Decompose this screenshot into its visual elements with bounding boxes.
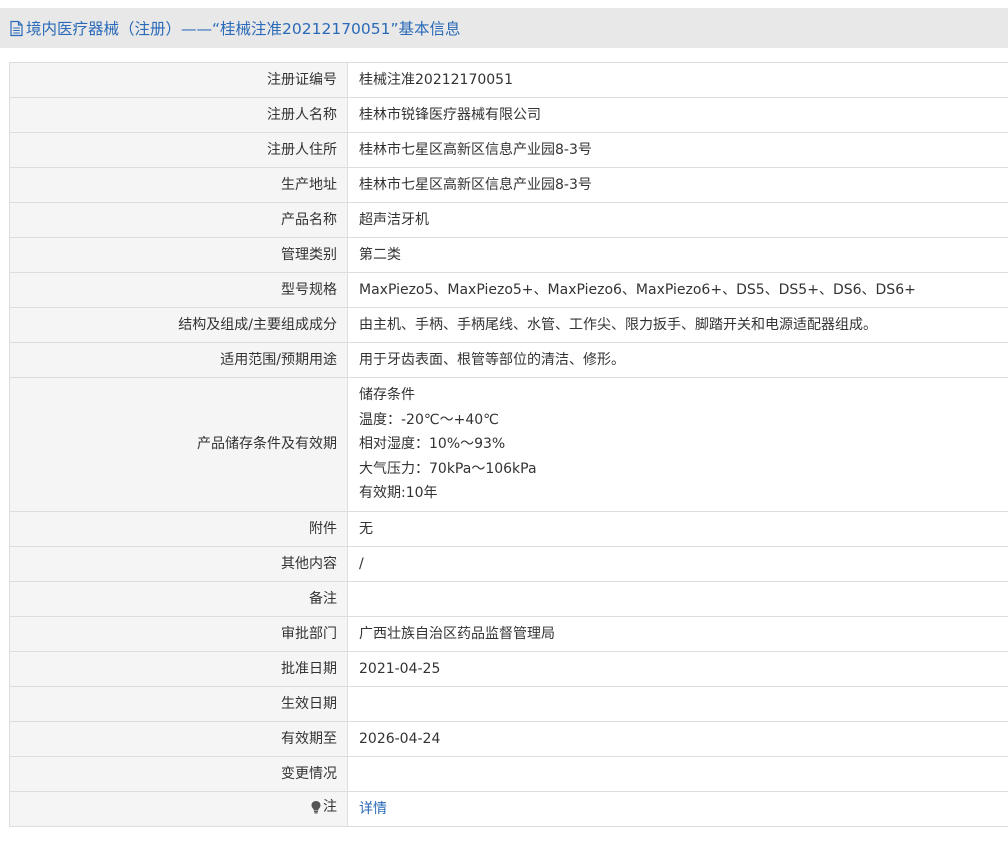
row-value: MaxPiezo5、MaxPiezo5+、MaxPiezo6、MaxPiezo6… xyxy=(347,272,1008,308)
row-label: 适用范围/预期用途 xyxy=(9,342,348,378)
storage-lines: 储存条件 温度：-20℃～+40℃ 相对湿度：10%～93% 大气压力：70kP… xyxy=(359,379,1008,510)
row-value: 2026-04-24 xyxy=(347,721,1008,757)
page-title: 境内医疗器械（注册）——“桂械注准20212170051”基本信息 xyxy=(9,17,461,39)
row-value: 第二类 xyxy=(347,237,1008,273)
row-value: 由主机、手柄、手柄尾线、水管、工作尖、限力扳手、脚踏开关和电源适配器组成。 xyxy=(347,307,1008,343)
table-row: 生效日期 xyxy=(9,686,1008,722)
row-label: 变更情况 xyxy=(9,756,348,792)
storage-line: 有效期:10年 xyxy=(359,485,438,502)
row-value: 桂林市锐锋医疗器械有限公司 xyxy=(347,97,1008,133)
storage-line: 储存条件 xyxy=(359,387,415,404)
row-label: 有效期至 xyxy=(9,721,348,757)
row-label: 附件 xyxy=(9,511,348,547)
row-value: 桂械注准20212170051 xyxy=(347,62,1008,98)
row-value: 桂林市七星区高新区信息产业园8-3号 xyxy=(347,167,1008,203)
table-row: 型号规格 MaxPiezo5、MaxPiezo5+、MaxPiezo6、MaxP… xyxy=(9,272,1008,308)
table-row: 注册证编号 桂械注准20212170051 xyxy=(9,62,1008,98)
table-row: 注册人名称 桂林市锐锋医疗器械有限公司 xyxy=(9,97,1008,133)
table-row: 变更情况 xyxy=(9,756,1008,792)
storage-value: 储存条件 温度：-20℃～+40℃ 相对湿度：10%～93% 大气压力：70kP… xyxy=(347,377,1008,512)
row-label: 管理类别 xyxy=(9,237,348,273)
row-label: 审批部门 xyxy=(9,616,348,652)
row-label: 生产地址 xyxy=(9,167,348,203)
table-row: 产品名称 超声洁牙机 xyxy=(9,202,1008,238)
row-value: 用于牙齿表面、根管等部位的清洁、修形。 xyxy=(347,342,1008,378)
note-label-text: 注 xyxy=(323,799,337,816)
page: 境内医疗器械（注册）——“桂械注准20212170051”基本信息 注册证编号 … xyxy=(0,0,1008,846)
row-value xyxy=(347,581,1008,617)
row-label: 其他内容 xyxy=(9,546,348,582)
row-label: 型号规格 xyxy=(9,272,348,308)
row-value xyxy=(347,686,1008,722)
storage-line: 温度：-20℃～+40℃ xyxy=(359,411,499,428)
table-row: 附件 无 xyxy=(9,511,1008,547)
row-label: 注册证编号 xyxy=(9,62,348,98)
row-value: 2021-04-25 xyxy=(347,651,1008,687)
table-row-note: 注 详情 xyxy=(9,791,1008,827)
table-row: 管理类别 第二类 xyxy=(9,237,1008,273)
row-label: 备注 xyxy=(9,581,348,617)
storage-line: 大气压力：70kPa～106kPa xyxy=(359,460,537,477)
row-label: 产品储存条件及有效期 xyxy=(9,377,348,512)
page-title-text: 境内医疗器械（注册）——“桂械注准20212170051”基本信息 xyxy=(26,20,461,38)
table-row: 生产地址 桂林市七星区高新区信息产业园8-3号 xyxy=(9,167,1008,203)
table-row: 注册人住所 桂林市七星区高新区信息产业园8-3号 xyxy=(9,132,1008,168)
table-row: 审批部门 广西壮族自治区药品监督管理局 xyxy=(9,616,1008,652)
row-label: 注册人名称 xyxy=(9,97,348,133)
table-row: 批准日期 2021-04-25 xyxy=(9,651,1008,687)
table-row: 结构及组成/主要组成成分 由主机、手柄、手柄尾线、水管、工作尖、限力扳手、脚踏开… xyxy=(9,307,1008,343)
details-link[interactable]: 详情 xyxy=(359,801,387,817)
row-label: 结构及组成/主要组成成分 xyxy=(9,307,348,343)
row-value: / xyxy=(347,546,1008,582)
row-value: 无 xyxy=(347,511,1008,547)
info-table: 注册证编号 桂械注准20212170051 注册人名称 桂林市锐锋医疗器械有限公… xyxy=(9,62,1008,827)
document-icon xyxy=(10,20,23,36)
lightbulb-icon xyxy=(311,801,321,814)
storage-line: 相对湿度：10%～93% xyxy=(359,436,506,453)
table-row: 其他内容 / xyxy=(9,546,1008,582)
title-bar: 境内医疗器械（注册）——“桂械注准20212170051”基本信息 xyxy=(0,8,1008,48)
row-value xyxy=(347,756,1008,792)
row-label: 产品名称 xyxy=(9,202,348,238)
row-label: 注册人住所 xyxy=(9,132,348,168)
row-label: 生效日期 xyxy=(9,686,348,722)
row-value: 桂林市七星区高新区信息产业园8-3号 xyxy=(347,132,1008,168)
row-value: 广西壮族自治区药品监督管理局 xyxy=(347,616,1008,652)
row-label: 批准日期 xyxy=(9,651,348,687)
note-label: 注 xyxy=(310,795,337,820)
table-row: 适用范围/预期用途 用于牙齿表面、根管等部位的清洁、修形。 xyxy=(9,342,1008,378)
row-value: 超声洁牙机 xyxy=(347,202,1008,238)
top-strip xyxy=(0,0,1008,8)
table-row: 备注 xyxy=(9,581,1008,617)
note-value-cell: 详情 xyxy=(347,791,1008,827)
table-row-storage: 产品储存条件及有效期 储存条件 温度：-20℃～+40℃ 相对湿度：10%～93… xyxy=(9,377,1008,512)
table-row: 有效期至 2026-04-24 xyxy=(9,721,1008,757)
note-label-cell: 注 xyxy=(9,791,348,827)
